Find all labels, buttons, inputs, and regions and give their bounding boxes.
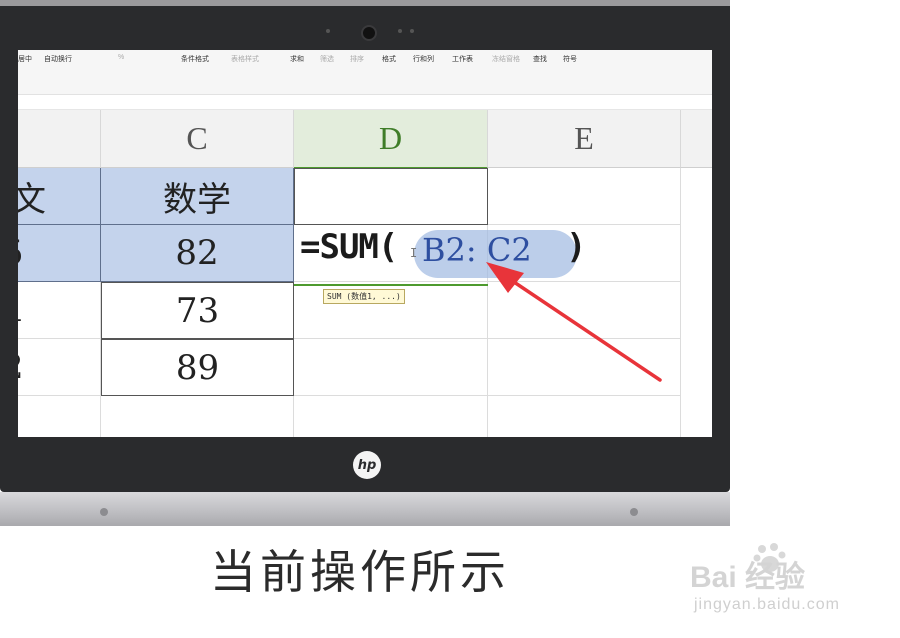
caption-text: 当前操作所示 — [210, 545, 510, 599]
watermark-brand: Bai 经验 — [690, 561, 806, 594]
watermark-url: jingyan.baidu.com — [694, 596, 840, 613]
